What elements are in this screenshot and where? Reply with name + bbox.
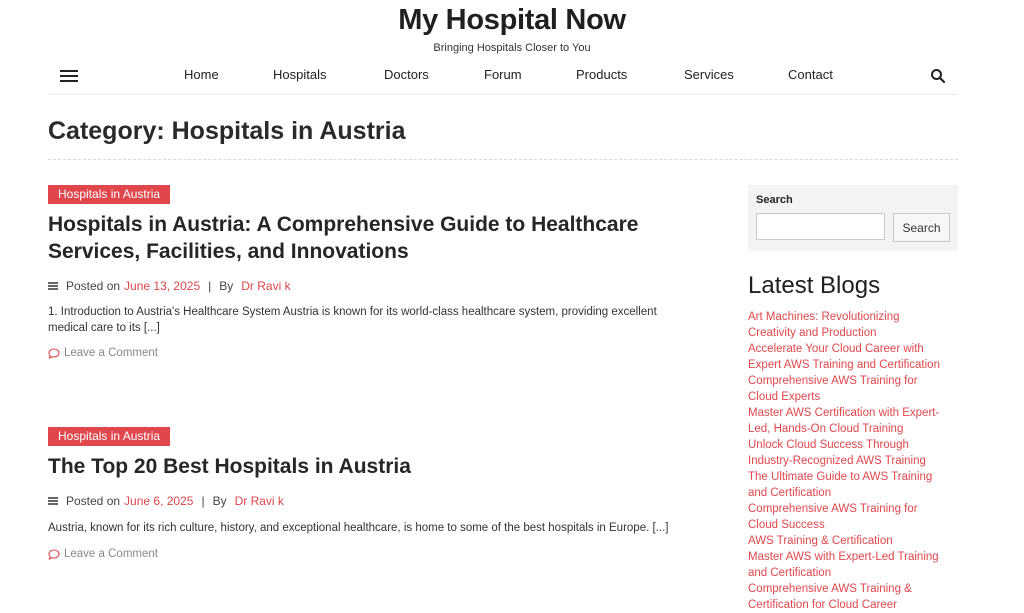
category-badge[interactable]: Hospitals in Austria — [48, 427, 171, 446]
latest-blog-link[interactable]: Comprehensive AWS Training for — [748, 501, 958, 517]
category-badge[interactable]: Hospitals in Austria — [48, 185, 171, 204]
search-icon[interactable] — [930, 68, 946, 84]
post-title-line[interactable]: Services, Facilities, and Innovations — [48, 238, 728, 265]
post-date[interactable]: June 13, 2025 — [124, 279, 200, 293]
page-title: Category: Hospitals in Austria — [48, 117, 406, 145]
latest-blogs-list: Art Machines: Revolutionizing Creativity … — [748, 309, 958, 613]
latest-blog-link[interactable]: Unlock Cloud Success Through — [748, 437, 958, 453]
latest-blog-link[interactable]: The Ultimate Guide to AWS Training — [748, 469, 958, 485]
latest-blogs-heading: Latest Blogs — [748, 272, 881, 299]
nav-item-services[interactable]: Services — [684, 67, 734, 82]
post-title[interactable]: Hospitals in Austria: A Comprehensive Gu… — [48, 211, 728, 265]
by-label: By — [219, 279, 234, 293]
latest-blog-link[interactable]: Master AWS with Expert-Led Training — [748, 549, 958, 565]
latest-blog-link[interactable]: and Certification — [748, 485, 958, 501]
latest-blog-link[interactable]: AWS Training & Certification — [748, 533, 958, 549]
latest-blog-link[interactable]: Comprehensive AWS Training & — [748, 581, 958, 597]
post-meta: Posted on June 13, 2025 | By Dr Ravi k — [48, 279, 728, 293]
meta-separator: | — [201, 494, 205, 508]
leave-comment-link[interactable]: Leave a Comment — [48, 347, 728, 359]
search-widget: Search Search — [748, 185, 958, 251]
site-title[interactable]: My Hospital Now — [0, 4, 1024, 37]
latest-blog-link[interactable]: Art Machines: Revolutionizing — [748, 309, 958, 325]
latest-blog-link[interactable]: Cloud Experts — [748, 389, 958, 405]
post-excerpt: 1. Introduction to Austria's Healthcare … — [48, 304, 728, 336]
comment-icon — [48, 548, 60, 560]
search-label: Search — [756, 194, 793, 206]
site-tagline: Bringing Hospitals Closer to You — [433, 42, 591, 54]
latest-blog-link[interactable]: Comprehensive AWS Training for — [748, 373, 958, 389]
nav-item-home[interactable]: Home — [184, 67, 219, 82]
post-card: Hospitals in Austria The Top 20 Best Hos… — [48, 427, 728, 560]
latest-blog-link[interactable]: Industry-Recognized AWS Training — [748, 453, 958, 469]
excerpt-line: Austria, known for its rich culture, his… — [48, 522, 669, 534]
nav-item-forum[interactable]: Forum — [484, 67, 522, 82]
posted-on-label: Posted on — [66, 494, 121, 508]
post-title-line[interactable]: Hospitals in Austria: A Comprehensive Gu… — [48, 211, 728, 238]
post-author[interactable]: Dr Ravi k — [241, 279, 290, 293]
meta-separator: | — [208, 279, 212, 293]
post-date[interactable]: June 6, 2025 — [124, 494, 193, 508]
leave-comment-link[interactable]: Leave a Comment — [48, 548, 728, 560]
post-excerpt: Austria, known for its rich culture, his… — [48, 520, 728, 536]
comment-label[interactable]: Leave a Comment — [64, 548, 158, 560]
latest-blog-link[interactable]: Creativity and Production — [748, 325, 958, 341]
comment-label[interactable]: Leave a Comment — [64, 347, 158, 359]
post-meta: Posted on June 6, 2025 | By Dr Ravi k — [48, 494, 728, 508]
hamburger-icon[interactable] — [60, 69, 78, 83]
post-author[interactable]: Dr Ravi k — [235, 494, 284, 508]
page: My Hospital Now Bringing Hospitals Close… — [0, 0, 1024, 611]
by-label: By — [212, 494, 227, 508]
latest-blog-link[interactable]: Accelerate Your Cloud Career with — [748, 341, 958, 357]
post-title[interactable]: The Top 20 Best Hospitals in Austria — [48, 453, 728, 480]
comment-icon — [48, 347, 60, 359]
latest-blog-link[interactable]: and Certification — [748, 565, 958, 581]
search-input[interactable] — [756, 213, 885, 240]
post-card: Hospitals in Austria Hospitals in Austri… — [48, 185, 728, 359]
latest-blog-link[interactable]: Master AWS Certification with Expert- — [748, 405, 958, 421]
nav-item-products[interactable]: Products — [576, 67, 627, 82]
latest-blog-link[interactable]: Led, Hands-On Cloud Training — [748, 421, 958, 437]
list-icon — [48, 282, 58, 290]
nav-item-doctors[interactable]: Doctors — [384, 67, 429, 82]
excerpt-line: medical care to its [...] — [48, 322, 160, 334]
search-button[interactable]: Search — [893, 213, 950, 242]
excerpt-line: 1. Introduction to Austria's Healthcare … — [48, 306, 657, 318]
list-icon — [48, 497, 58, 505]
post-title-line[interactable]: The Top 20 Best Hospitals in Austria — [48, 453, 728, 480]
main-navigation: Home Hospitals Doctors Forum Products Se… — [48, 60, 958, 95]
nav-item-hospitals[interactable]: Hospitals — [273, 67, 326, 82]
latest-blog-link[interactable]: Certification for Cloud Career — [748, 597, 958, 613]
divider — [48, 159, 958, 160]
latest-blog-link[interactable]: Cloud Success — [748, 517, 958, 533]
nav-item-contact[interactable]: Contact — [788, 67, 833, 82]
posted-on-label: Posted on — [66, 279, 121, 293]
latest-blog-link[interactable]: Expert AWS Training and Certification — [748, 357, 958, 373]
